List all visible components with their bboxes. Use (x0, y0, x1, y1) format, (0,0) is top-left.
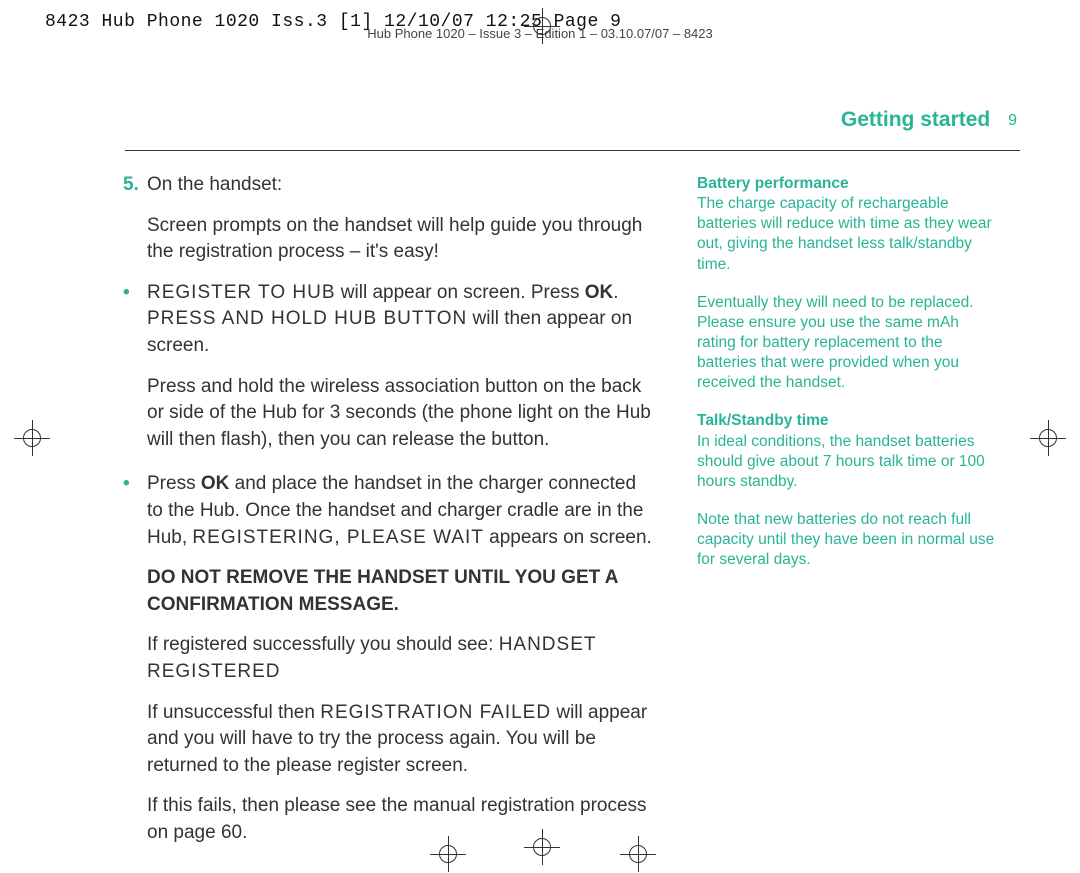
horizontal-rule (125, 150, 1020, 151)
intro-paragraph: Screen prompts on the handset will help … (147, 213, 652, 266)
crop-mark-icon (1030, 420, 1066, 456)
side-block: Note that new batteries do not reach ful… (697, 510, 997, 570)
side-block: Talk/Standby time In ideal conditions, t… (697, 411, 997, 492)
success-line: If registered successfully you should se… (147, 632, 652, 685)
crop-mark-icon (524, 8, 560, 44)
main-column: 5.On the handset: Screen prompts on the … (147, 172, 652, 860)
sidebar-column: Battery performance The charge capacity … (697, 174, 997, 588)
lcd-text: REGISTERING, PLEASE WAIT (192, 527, 483, 548)
section-heading: Getting started 9 (841, 108, 1017, 132)
side-heading: Battery performance (697, 174, 997, 194)
bullet-icon: • (123, 280, 147, 307)
bullet-1-paragraph: Press and hold the wireless association … (147, 374, 652, 454)
page-number: 9 (1008, 112, 1017, 129)
step-number: 5. (123, 172, 147, 199)
bullet-1: •REGISTER TO HUB will appear on screen. … (147, 280, 652, 360)
body-text: appears on screen. (484, 527, 652, 548)
body-text: If unsuccessful then (147, 702, 320, 723)
side-block: Eventually they will need to be replaced… (697, 293, 997, 394)
body-text: . (613, 282, 618, 303)
lcd-text: REGISTRATION FAILED (320, 702, 551, 723)
heading-text: Getting started (841, 108, 990, 131)
final-paragraph: If this fails, then please see the manua… (147, 793, 652, 846)
warning-message: DO NOT REMOVE THE HANDSET UNTIL YOU GET … (147, 565, 652, 618)
bullet-2: •Press OK and place the handset in the c… (147, 471, 652, 551)
side-paragraph: Note that new batteries do not reach ful… (697, 510, 997, 570)
step-line: 5.On the handset: (147, 172, 652, 199)
lcd-text: PRESS AND HOLD HUB BUTTON (147, 308, 467, 329)
ok-key: OK (201, 473, 230, 494)
crop-mark-icon (14, 420, 50, 456)
body-text: will appear on screen. Press (336, 282, 585, 303)
manual-page: 8423 Hub Phone 1020 Iss.3 [1] 12/10/07 1… (0, 0, 1080, 873)
lcd-text: REGISTER TO HUB (147, 282, 336, 303)
side-paragraph: Eventually they will need to be replaced… (697, 293, 997, 394)
failure-line: If unsuccessful then REGISTRATION FAILED… (147, 700, 652, 780)
ok-key: OK (585, 282, 614, 303)
side-heading: Talk/Standby time (697, 411, 997, 431)
body-text: If registered successfully you should se… (147, 634, 499, 655)
side-paragraph: In ideal conditions, the handset batteri… (697, 432, 997, 492)
side-paragraph: The charge capacity of rechargeable batt… (697, 194, 997, 275)
body-text: Press (147, 473, 201, 494)
step-intro: On the handset: (147, 174, 282, 195)
side-block: Battery performance The charge capacity … (697, 174, 997, 275)
bullet-icon: • (123, 471, 147, 498)
